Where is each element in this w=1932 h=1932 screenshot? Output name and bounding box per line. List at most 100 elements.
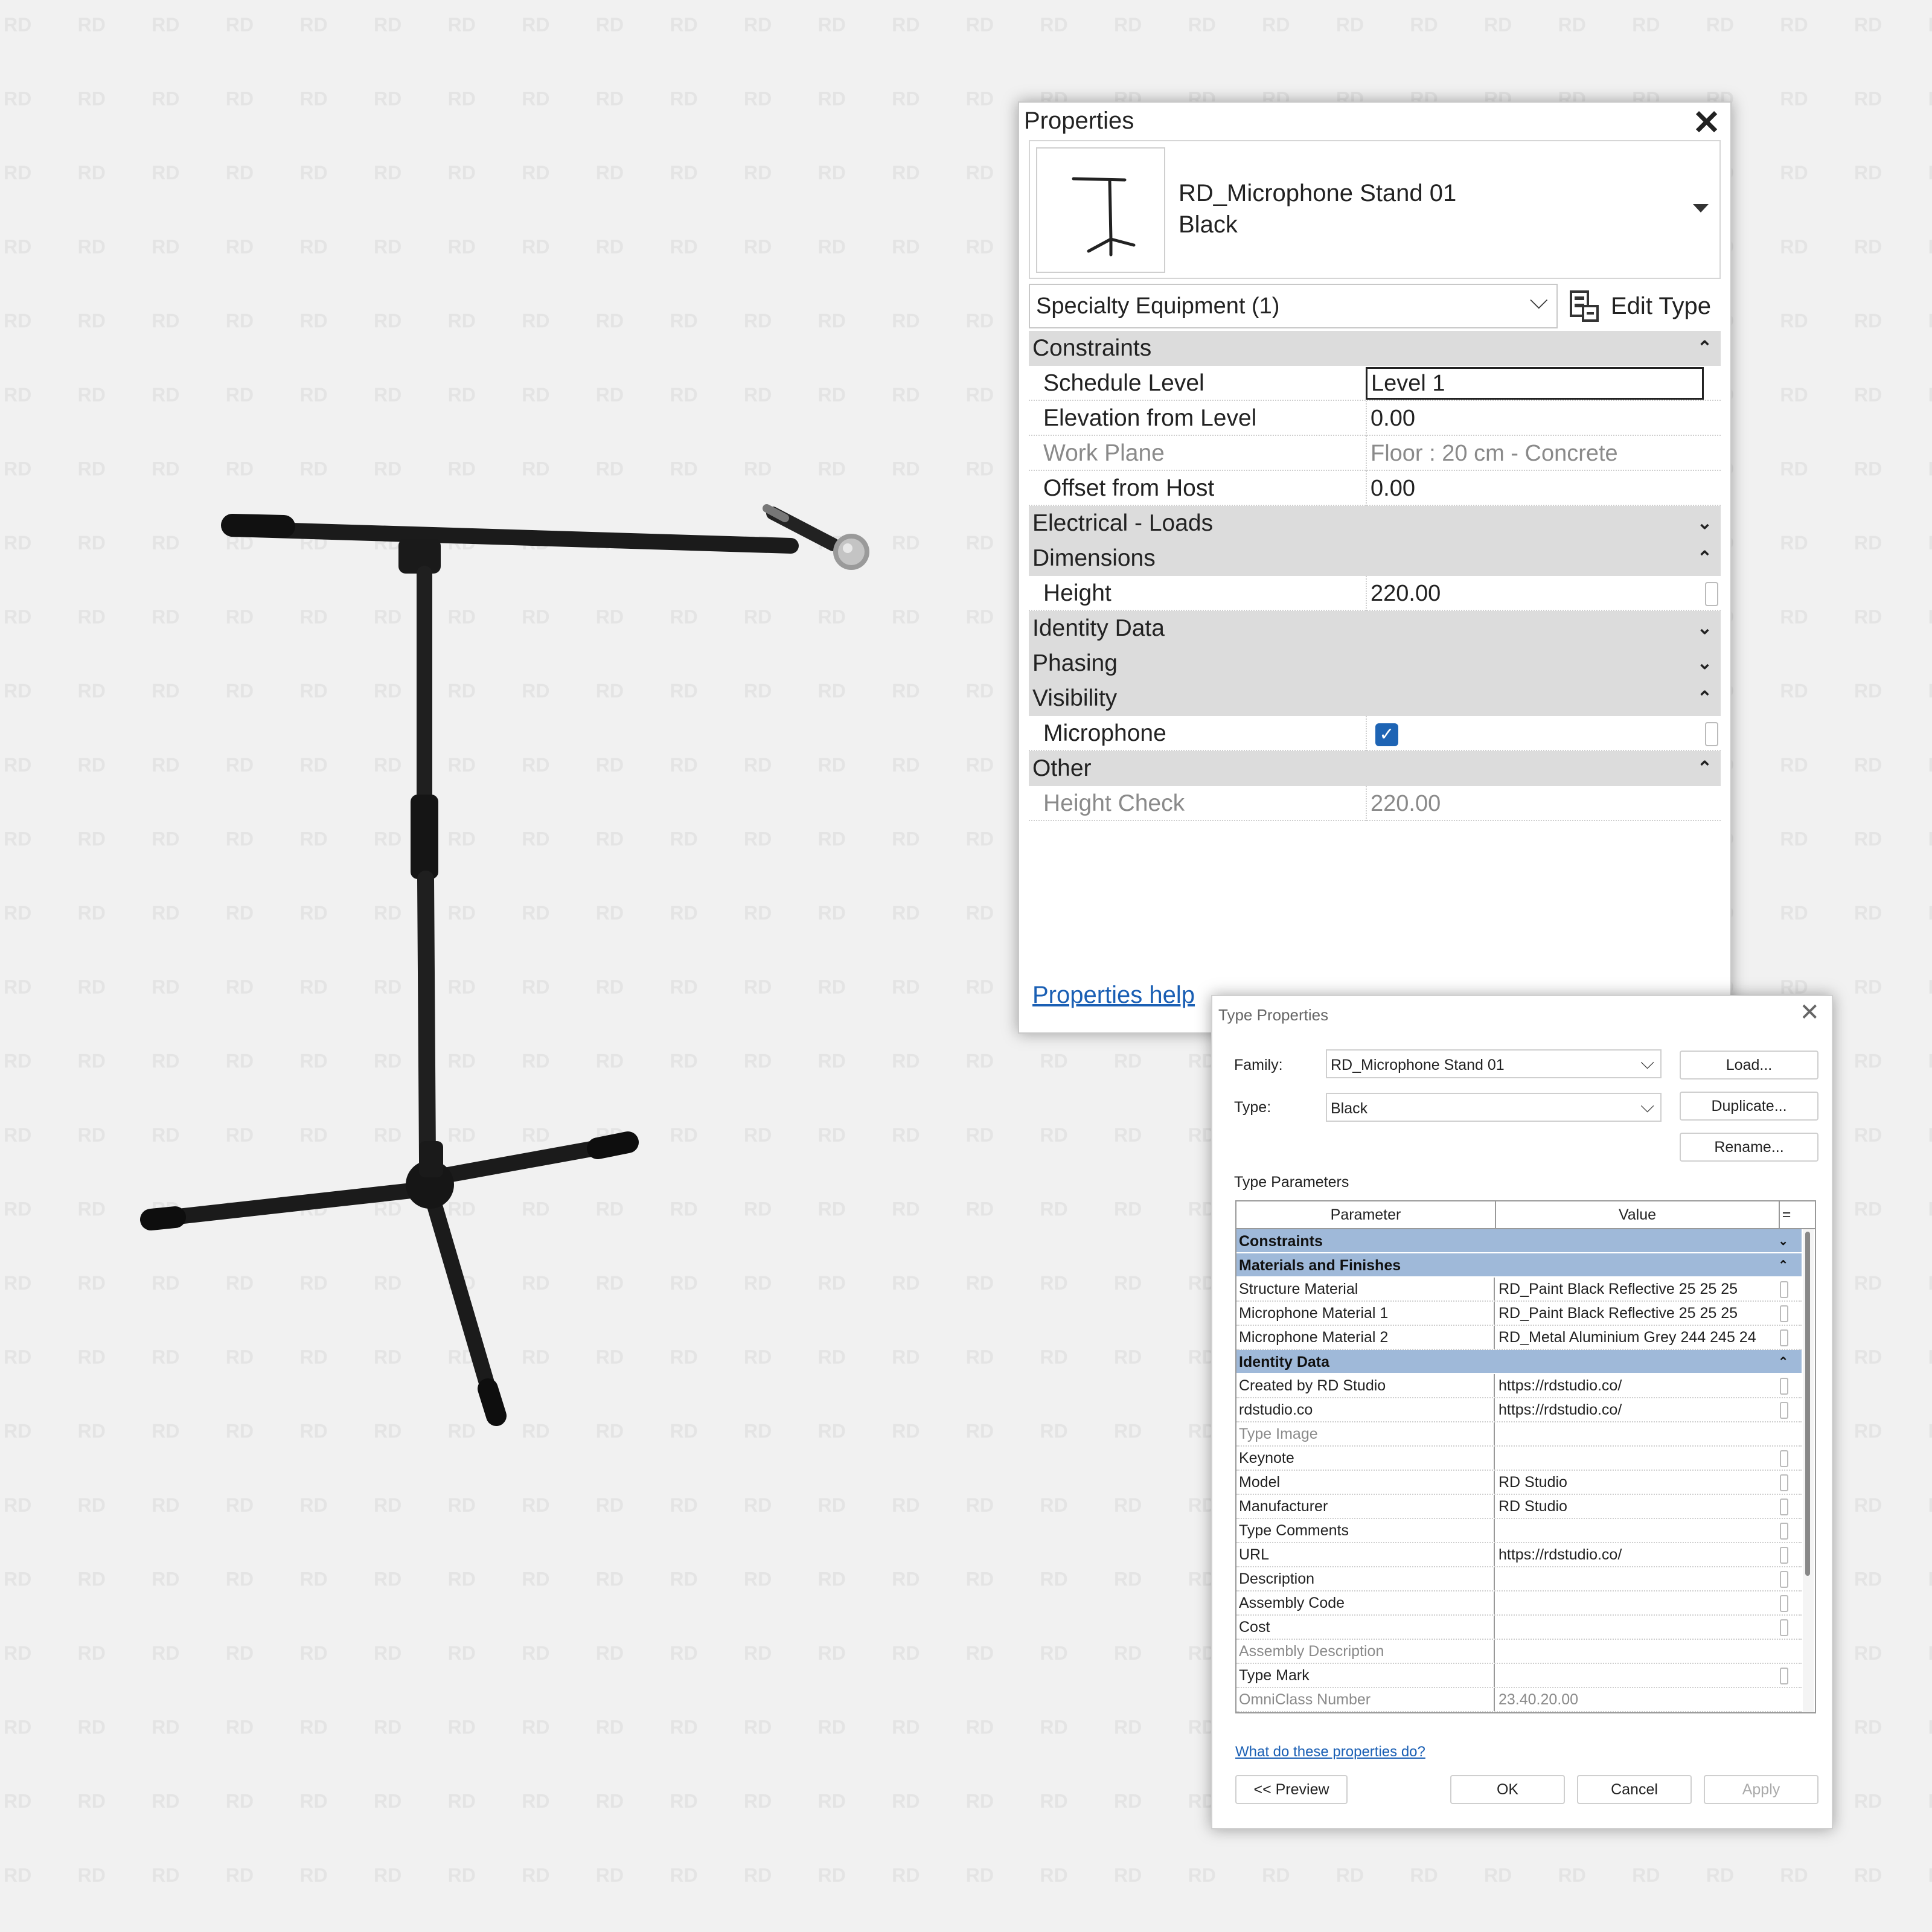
table-row[interactable]: Type Image <box>1236 1422 1802 1447</box>
associate-parameter-button[interactable] <box>1780 1619 1788 1636</box>
param-value[interactable]: https://rdstudio.co/ <box>1495 1398 1802 1421</box>
row-schedule-level[interactable]: Schedule Level Level 1 <box>1029 366 1721 401</box>
associate-parameter-button[interactable] <box>1780 1378 1788 1395</box>
table-row[interactable]: Keynote <box>1236 1447 1802 1471</box>
associate-parameter-button[interactable] <box>1780 1547 1788 1564</box>
duplicate-button[interactable]: Duplicate... <box>1680 1092 1818 1121</box>
param-value[interactable] <box>1495 1567 1802 1590</box>
table-row[interactable]: Created by RD Studio https://rdstudio.co/ <box>1236 1374 1802 1398</box>
caret-down-icon[interactable] <box>1693 204 1709 213</box>
table-row[interactable]: Type Mark <box>1236 1664 1802 1688</box>
param-name: Description <box>1236 1567 1495 1590</box>
column-header-parameter[interactable]: Parameter <box>1236 1201 1496 1228</box>
table-row[interactable]: Assembly Description <box>1236 1640 1802 1664</box>
materials-rows: Structure Material RD_Paint Black Reflect… <box>1236 1278 1802 1350</box>
group-constraints[interactable]: Constraints ⌃ <box>1029 331 1721 366</box>
row-offset-from-host[interactable]: Offset from Host 0.00 <box>1029 471 1721 506</box>
associate-parameter-button[interactable] <box>1780 1305 1788 1322</box>
properties-help-link[interactable]: Properties help <box>1032 982 1195 1009</box>
elevation-field[interactable]: 0.00 <box>1366 401 1704 436</box>
scrollbar-thumb[interactable] <box>1805 1232 1810 1576</box>
collapse-icon: ⌃ <box>1697 688 1712 708</box>
param-value[interactable] <box>1495 1422 1802 1445</box>
preview-button[interactable]: << Preview <box>1235 1775 1348 1804</box>
group-phasing[interactable]: Phasing ⌄ <box>1029 646 1721 681</box>
associate-parameter-button[interactable] <box>1705 582 1718 606</box>
table-row[interactable]: Model RD Studio <box>1236 1471 1802 1495</box>
param-label: Work Plane <box>1043 440 1165 466</box>
family-select[interactable]: RD_Microphone Stand 01 ⌵ <box>1326 1049 1662 1078</box>
group-dimensions[interactable]: Dimensions ⌃ <box>1029 541 1721 576</box>
microphone-checkbox[interactable]: ✓ <box>1375 723 1398 746</box>
column-header-value[interactable]: Value <box>1496 1201 1780 1228</box>
type-select[interactable]: Black ⌵ <box>1326 1093 1662 1122</box>
group-label: Other <box>1032 755 1092 781</box>
table-row[interactable]: Microphone Material 2 RD_Metal Aluminium … <box>1236 1326 1802 1350</box>
edit-type-button[interactable]: Edit Type <box>1569 283 1717 330</box>
row-work-plane: Work Plane Floor : 20 cm - Concrete <box>1029 436 1721 471</box>
row-microphone[interactable]: Microphone ✓ <box>1029 716 1721 751</box>
param-name: OmniClass Number <box>1236 1688 1495 1711</box>
table-row[interactable]: Microphone Material 1 RD_Paint Black Refl… <box>1236 1302 1802 1326</box>
associate-parameter-button[interactable] <box>1780 1523 1788 1540</box>
associate-parameter-button[interactable] <box>1780 1402 1788 1419</box>
group-electrical-loads[interactable]: Electrical - Loads ⌄ <box>1029 506 1721 541</box>
category-filter-select[interactable]: Specialty Equipment (1) ⌵ <box>1029 284 1558 328</box>
row-height[interactable]: Height 220.00 <box>1029 576 1721 611</box>
group-identity-data[interactable]: Identity Data ⌃ <box>1236 1350 1802 1374</box>
height-field[interactable]: 220.00 <box>1366 576 1704 611</box>
table-row[interactable]: Structure Material RD_Paint Black Reflect… <box>1236 1278 1802 1302</box>
associate-parameter-button[interactable] <box>1780 1281 1788 1298</box>
offset-field[interactable]: 0.00 <box>1366 471 1704 506</box>
what-do-these-properties-do-link[interactable]: What do these properties do? <box>1235 1744 1425 1761</box>
associate-parameter-button[interactable] <box>1780 1450 1788 1467</box>
param-value[interactable] <box>1495 1519 1802 1542</box>
table-row[interactable]: Cost <box>1236 1616 1802 1640</box>
table-row[interactable]: rdstudio.co https://rdstudio.co/ <box>1236 1398 1802 1422</box>
schedule-level-field[interactable]: Level 1 <box>1366 367 1704 400</box>
group-identity-data[interactable]: Identity Data ⌄ <box>1029 611 1721 646</box>
table-row[interactable]: OmniClass Number 23.40.20.00 <box>1236 1688 1802 1712</box>
param-value[interactable]: 23.40.20.00 <box>1495 1688 1802 1711</box>
row-elevation-from-level[interactable]: Elevation from Level 0.00 <box>1029 401 1721 436</box>
associate-parameter-button[interactable] <box>1780 1499 1788 1515</box>
associate-parameter-button[interactable] <box>1780 1595 1788 1612</box>
load-button[interactable]: Load... <box>1680 1051 1818 1080</box>
group-constraints[interactable]: Constraints ⌄ <box>1236 1229 1802 1253</box>
table-row[interactable]: Assembly Code <box>1236 1591 1802 1616</box>
vertical-scrollbar[interactable] <box>1803 1229 1814 1712</box>
associate-parameter-button[interactable] <box>1705 722 1718 746</box>
apply-button[interactable]: Apply <box>1704 1775 1818 1804</box>
param-value[interactable]: RD_Metal Aluminium Grey 244 245 24 <box>1495 1326 1802 1349</box>
group-visibility[interactable]: Visibility ⌃ <box>1029 681 1721 716</box>
group-materials-and-finishes[interactable]: Materials and Finishes ⌃ <box>1236 1253 1802 1278</box>
param-value[interactable] <box>1495 1640 1802 1663</box>
close-icon[interactable]: ✕ <box>1799 999 1820 1026</box>
param-value[interactable]: https://rdstudio.co/ <box>1495 1543 1802 1566</box>
cancel-button[interactable]: Cancel <box>1577 1775 1692 1804</box>
param-value[interactable] <box>1495 1664 1802 1687</box>
param-value[interactable]: RD Studio <box>1495 1495 1802 1518</box>
rename-button[interactable]: Rename... <box>1680 1133 1818 1162</box>
param-value[interactable]: RD Studio <box>1495 1471 1802 1494</box>
group-other[interactable]: Other ⌃ <box>1029 751 1721 786</box>
table-row[interactable]: Description <box>1236 1567 1802 1591</box>
type-selector[interactable]: RD_Microphone Stand 01 Black <box>1029 140 1721 279</box>
table-row[interactable]: Manufacturer RD Studio <box>1236 1495 1802 1519</box>
param-value[interactable]: RD_Paint Black Reflective 25 25 25 <box>1495 1278 1802 1300</box>
type-parameters-label: Type Parameters <box>1234 1174 1349 1191</box>
table-row[interactable]: URL https://rdstudio.co/ <box>1236 1543 1802 1567</box>
param-value[interactable] <box>1495 1616 1802 1639</box>
param-value[interactable]: https://rdstudio.co/ <box>1495 1374 1802 1397</box>
close-icon[interactable]: ✕ <box>1692 103 1721 142</box>
table-row[interactable]: Type Comments <box>1236 1519 1802 1543</box>
param-value[interactable]: RD_Paint Black Reflective 25 25 25 <box>1495 1302 1802 1325</box>
param-value[interactable] <box>1495 1447 1802 1470</box>
param-value[interactable] <box>1495 1591 1802 1614</box>
associate-parameter-button[interactable] <box>1780 1474 1788 1491</box>
associate-parameter-button[interactable] <box>1780 1329 1788 1346</box>
param-name: Microphone Material 2 <box>1236 1326 1495 1349</box>
associate-parameter-button[interactable] <box>1780 1571 1788 1588</box>
associate-parameter-button[interactable] <box>1780 1668 1788 1684</box>
ok-button[interactable]: OK <box>1450 1775 1565 1804</box>
